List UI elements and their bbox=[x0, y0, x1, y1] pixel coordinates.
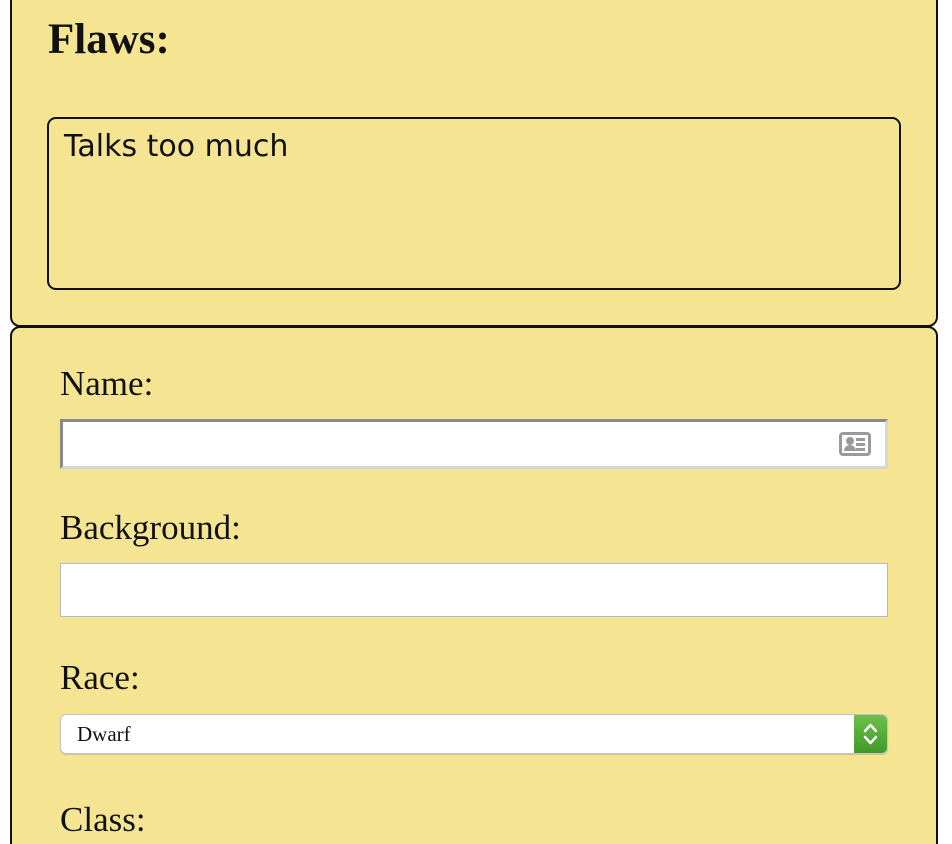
race-selected-value: Dwarf bbox=[77, 722, 131, 746]
flaws-heading: Flaws: bbox=[48, 16, 170, 63]
select-up-down-arrows-icon[interactable] bbox=[854, 715, 887, 753]
name-input[interactable] bbox=[60, 419, 888, 469]
race-label: Race: bbox=[60, 658, 140, 697]
class-label: Class: bbox=[60, 800, 146, 839]
background-label: Background: bbox=[60, 508, 241, 547]
background-input[interactable] bbox=[60, 563, 888, 617]
race-select[interactable]: Dwarf bbox=[60, 714, 888, 754]
name-label: Name: bbox=[60, 364, 154, 403]
contact-card-icon[interactable] bbox=[839, 432, 871, 456]
flaws-textarea[interactable]: Talks too much bbox=[47, 117, 901, 290]
